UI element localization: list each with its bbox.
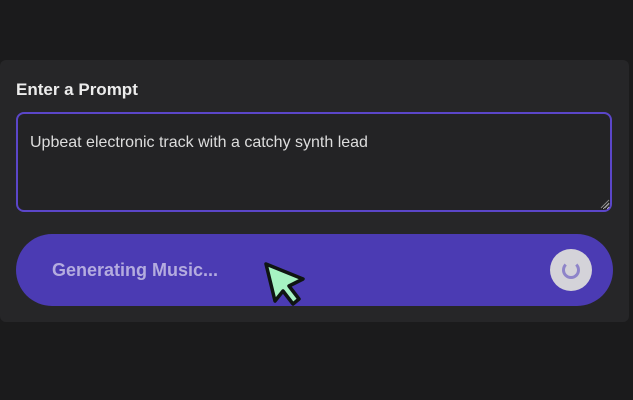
prompt-label: Enter a Prompt — [16, 80, 138, 99]
arrow-cursor-icon — [264, 262, 305, 306]
generate-music-button[interactable]: Generating Music... — [16, 234, 613, 306]
resize-grip-icon[interactable] — [600, 199, 610, 209]
loading-spinner-icon — [550, 249, 592, 291]
generate-button-label: Generating Music... — [52, 259, 219, 280]
prompt-input[interactable] — [16, 112, 612, 212]
spinner-ring — [562, 261, 580, 279]
